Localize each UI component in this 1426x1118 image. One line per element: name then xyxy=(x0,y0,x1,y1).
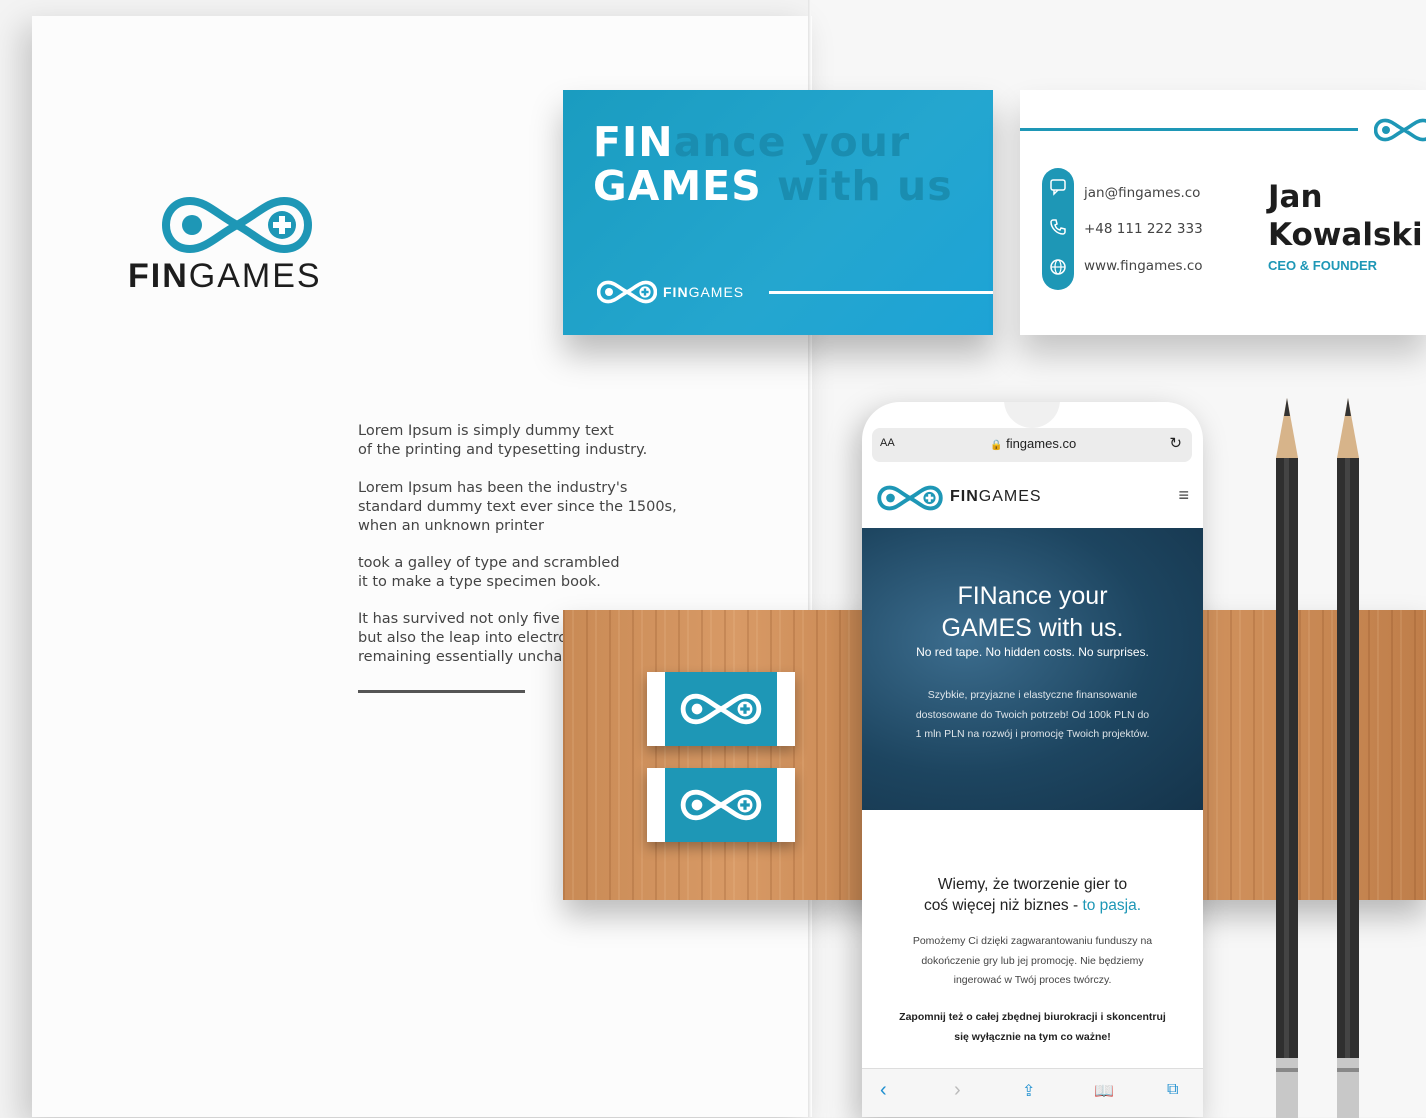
site-navbar: FINGAMES ≡ xyxy=(862,468,1203,526)
gamepad-infinity-icon xyxy=(877,485,943,511)
back-icon[interactable]: ‹ xyxy=(880,1079,887,1102)
card-headline-line1: FINance your xyxy=(593,118,911,166)
gamepad-infinity-icon xyxy=(680,693,762,725)
share-icon[interactable]: ⇪ xyxy=(1022,1081,1035,1101)
card-holder-role: CEO & FOUNDER xyxy=(1268,258,1378,273)
brand-wordmark: FINGAMES xyxy=(128,257,322,295)
browser-toolbar: ‹ › ⇪ 📖 ⧉ xyxy=(862,1068,1203,1117)
logo-sticker xyxy=(647,672,795,746)
phone-notch xyxy=(1004,402,1060,428)
phone-mockup: AA 🔒 fingames.co ↻ FINGAMES ≡ FINance yo… xyxy=(862,402,1203,1117)
hero-subtitle: No red tape. No hidden costs. No surpris… xyxy=(916,645,1149,659)
business-card-front: FINance your GAMES with us FINGAMES xyxy=(563,90,993,335)
globe-icon xyxy=(1050,259,1066,275)
contact-phone: +48 111 222 333 xyxy=(1084,221,1203,237)
text-size-button[interactable]: AA xyxy=(880,437,895,449)
logo-sticker xyxy=(647,768,795,842)
contact-website: www.fingames.co xyxy=(1084,258,1203,274)
hamburger-menu-icon[interactable]: ≡ xyxy=(1178,485,1189,506)
hero-title: FINance your GAMES with us. xyxy=(941,582,1124,642)
gamepad-infinity-icon xyxy=(162,196,312,254)
section-body: Pomożemy Ci dzięki zagwarantowaniu fundu… xyxy=(912,935,1153,986)
brochure-paragraph-2: Lorem Ipsum has been the industry's stand… xyxy=(358,480,677,534)
bookmarks-icon[interactable]: 📖 xyxy=(1094,1081,1114,1101)
brochure-divider xyxy=(358,690,525,693)
url-text: 🔒 fingames.co xyxy=(990,436,1077,451)
tabs-icon[interactable]: ⧉ xyxy=(1167,1081,1178,1099)
section-title: Wiemy, że tworzenie gier to coś więcej n… xyxy=(923,876,1142,914)
card-logo: FINGAMES xyxy=(597,280,744,304)
card-accent-line xyxy=(1020,128,1358,131)
card-holder-name: Jan Kowalski xyxy=(1268,179,1423,253)
site-logo-text[interactable]: FINGAMES xyxy=(950,488,1042,506)
browser-address-bar[interactable]: AA 🔒 fingames.co ↻ xyxy=(872,428,1192,462)
reload-icon[interactable]: ↻ xyxy=(1169,434,1182,452)
business-card-back: jan@fingames.co +48 111 222 333 www.fing… xyxy=(1020,90,1426,335)
section-bold-note: Zapomnij też o całej zbędnej biurokracji… xyxy=(899,1011,1166,1043)
card-headline-line2: GAMES with us xyxy=(593,162,953,210)
phone-icon xyxy=(1050,219,1066,235)
pencil xyxy=(1337,398,1359,1118)
chat-icon xyxy=(1050,179,1066,196)
card-accent-line xyxy=(769,291,993,294)
gamepad-infinity-icon xyxy=(597,280,657,304)
hero-body: Szybkie, przyjazne i elastyczne finansow… xyxy=(915,689,1150,740)
brochure-paragraph-1: Lorem Ipsum is simply dummy text of the p… xyxy=(358,423,648,458)
brochure-paragraph-3: took a galley of type and scrambled it to… xyxy=(358,555,620,590)
gamepad-infinity-icon xyxy=(1374,118,1426,142)
gamepad-infinity-icon xyxy=(680,789,762,821)
lock-icon: 🔒 xyxy=(990,440,1003,451)
contact-icon-strip xyxy=(1042,168,1074,290)
forward-icon[interactable]: › xyxy=(954,1079,961,1102)
hero-banner: FINance your GAMES with us. No red tape. … xyxy=(862,528,1203,810)
pencil xyxy=(1276,398,1298,1118)
contact-email: jan@fingames.co xyxy=(1084,185,1201,201)
